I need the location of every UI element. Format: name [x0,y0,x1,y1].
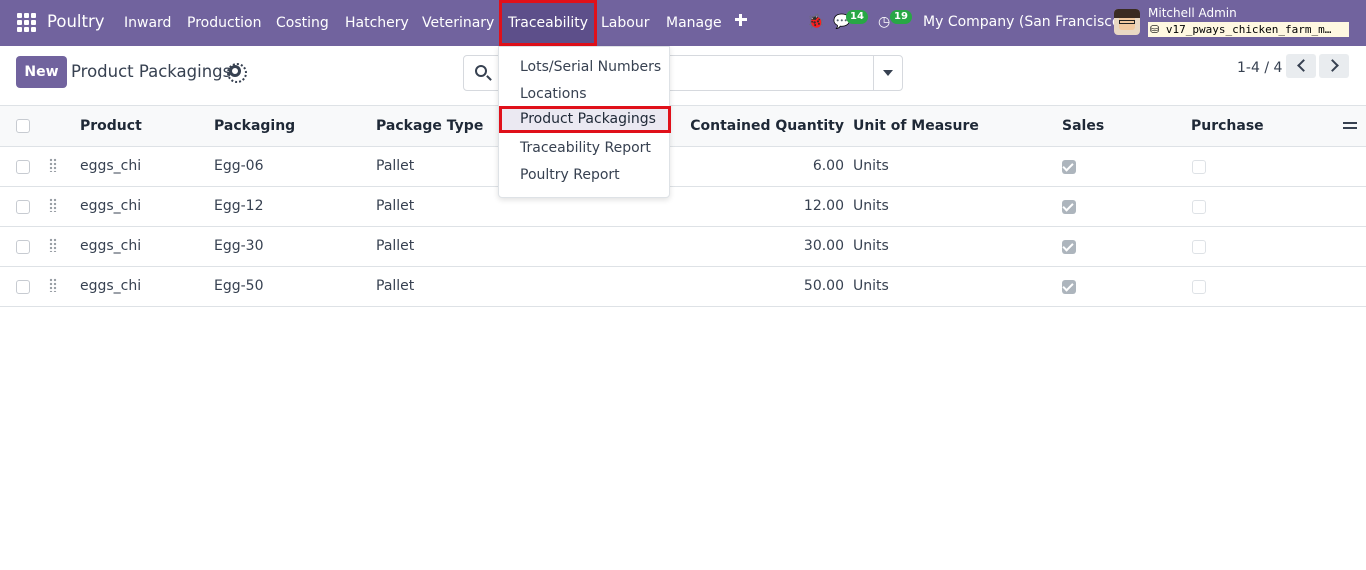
sales-checkbox [1062,239,1076,254]
new-button[interactable]: New [16,56,67,88]
drag-handle-icon[interactable] [49,157,57,172]
menu-costing[interactable]: Costing [276,0,329,46]
cell-unit-of-measure: Units [853,277,889,294]
search-icon [475,65,487,77]
app-name[interactable]: Poultry [47,12,105,31]
dropdown-item-locations[interactable]: Locations [499,81,669,108]
column-header-product[interactable]: Product [80,106,214,146]
pager-previous-button[interactable] [1286,54,1316,78]
avatar[interactable] [1114,9,1140,35]
cell-packaging: Egg-06 [214,157,264,174]
clock-icon[interactable]: ◷ [878,14,890,30]
column-header-packaging[interactable]: Packaging [214,106,376,146]
select-all-checkbox[interactable] [16,118,30,133]
page-title: Product Packagings [71,62,232,81]
cell-unit-of-measure: Units [853,197,889,214]
traceability-dropdown-menu: Lots/Serial Numbers Locations Product Pa… [498,46,671,198]
optional-columns-icon[interactable] [1343,120,1357,131]
menu-traceability[interactable]: Traceability [499,0,598,46]
menu-hatchery[interactable]: Hatchery [345,0,409,46]
menu-inward[interactable]: Inward [124,0,171,46]
pager-value[interactable]: 1-4 / 4 [1237,60,1282,76]
table-row[interactable]: eggs_chi Egg-06 Pallet 6.00 Units [0,146,1366,186]
cell-package-type: Pallet [376,277,415,294]
dropdown-item-product-packagings[interactable]: Product Packagings [499,106,671,133]
purchase-checkbox [1192,239,1206,254]
sales-checkbox [1062,199,1076,214]
drag-handle-icon[interactable] [49,237,57,252]
apps-menu-icon[interactable] [17,13,36,32]
row-checkbox[interactable] [16,239,30,254]
caret-down-icon [883,70,893,76]
cell-contained-quantity: 50.00 [803,277,844,294]
menu-veterinary[interactable]: Veterinary [422,0,494,46]
chevron-left-icon [1297,59,1310,72]
packaging-table: Product Packaging Package Type Contained… [0,106,1366,307]
table-row[interactable]: eggs_chi Egg-12 Pallet 12.00 Units [0,186,1366,226]
cell-product: eggs_chi [80,157,142,174]
row-checkbox[interactable] [16,279,30,294]
database-label: v17_pways_chicken_farm_m… [1165,23,1332,36]
cell-packaging: Egg-30 [214,237,264,254]
purchase-checkbox [1192,279,1206,294]
cell-packaging: Egg-50 [214,277,264,294]
row-checkbox[interactable] [16,199,30,214]
control-panel: New Product Packagings 1-4 / 4 [0,46,1366,106]
sales-checkbox [1062,279,1076,294]
sales-checkbox [1062,159,1076,174]
chevron-right-icon [1326,59,1339,72]
dropdown-item-lots-serial-numbers[interactable]: Lots/Serial Numbers [499,54,669,81]
menu-labour[interactable]: Labour [601,0,649,46]
menu-manage[interactable]: Manage [666,0,722,46]
table-row[interactable]: eggs_chi Egg-30 Pallet 30.00 Units [0,226,1366,266]
cell-product: eggs_chi [80,277,142,294]
cell-packaging: Egg-12 [214,197,264,214]
table-header-row: Product Packaging Package Type Contained… [0,106,1366,146]
cell-unit-of-measure: Units [853,237,889,254]
column-header-sales[interactable]: Sales [1062,106,1191,146]
drag-handle-icon[interactable] [49,197,57,212]
column-header-purchase[interactable]: Purchase [1191,106,1340,146]
cell-product: eggs_chi [80,197,142,214]
company-switcher[interactable]: My Company (San Francisco) [923,14,1126,30]
top-navbar: Poultry Inward Production Costing Hatche… [0,0,1366,46]
column-header-unit-of-measure[interactable]: Unit of Measure [853,106,1062,146]
gear-icon[interactable] [227,63,247,83]
drag-handle-icon[interactable] [49,277,57,292]
database-name: ⛁ v17_pways_chicken_farm_m… [1148,22,1349,37]
add-menu-icon[interactable] [735,14,747,26]
user-name[interactable]: Mitchell Admin [1148,6,1237,20]
menu-production[interactable]: Production [187,0,261,46]
search-options-toggle[interactable] [873,56,902,90]
purchase-checkbox [1192,159,1206,174]
table-row[interactable]: eggs_chi Egg-50 Pallet 50.00 Units [0,266,1366,306]
messages-count-badge: 14 [846,10,868,24]
bug-icon[interactable]: 🐞 [807,14,824,30]
activities-count-badge: 19 [890,10,912,24]
cell-contained-quantity: 30.00 [803,237,844,254]
dropdown-item-traceability-report[interactable]: Traceability Report [499,135,669,162]
cell-unit-of-measure: Units [853,157,889,174]
cell-product: eggs_chi [80,237,142,254]
cell-package-type: Pallet [376,237,415,254]
pager-next-button[interactable] [1319,54,1349,78]
row-checkbox[interactable] [16,159,30,174]
dropdown-item-poultry-report[interactable]: Poultry Report [499,162,669,189]
purchase-checkbox [1192,199,1206,214]
